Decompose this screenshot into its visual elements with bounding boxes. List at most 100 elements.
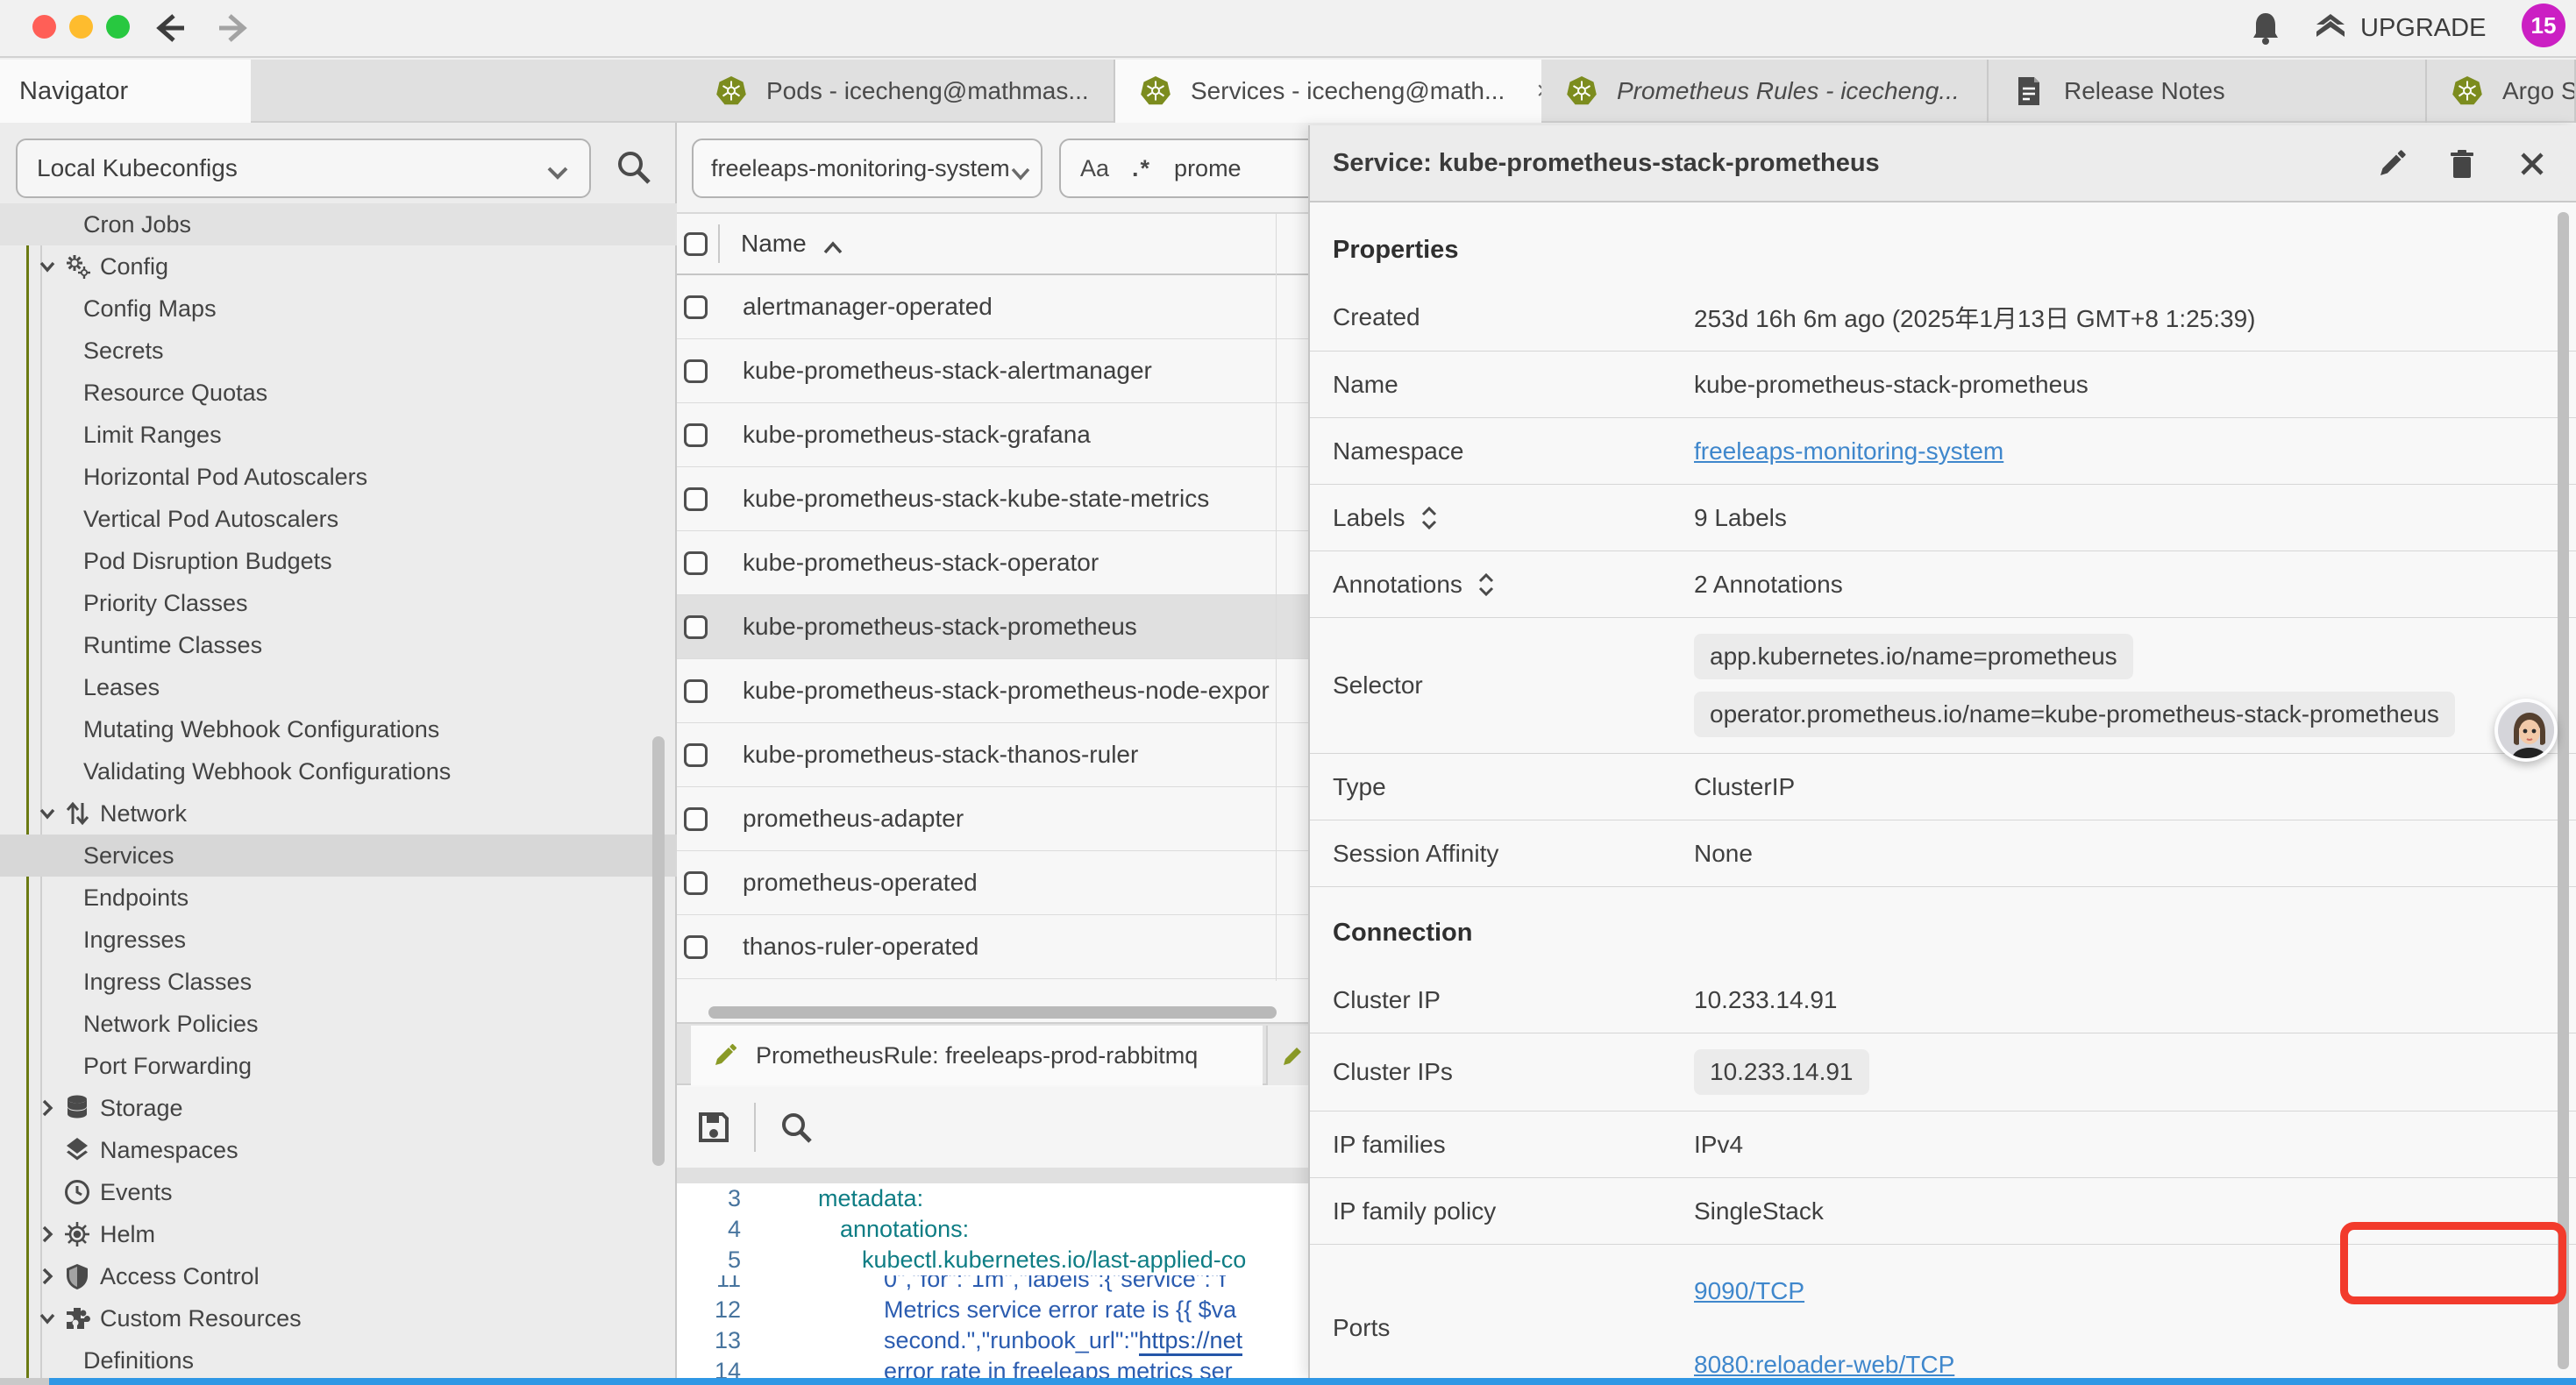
service-name: kube-prometheus-stack-prometheus-node-ex… <box>743 677 1270 705</box>
sidebar-item-services[interactable]: Services <box>0 835 677 877</box>
kubeconfig-select[interactable]: Local Kubeconfigs <box>16 138 591 198</box>
row-checkbox[interactable] <box>684 935 708 959</box>
namespace-link[interactable]: freeleaps-monitoring-system <box>1694 437 2003 465</box>
sidebar-item-priority-classes[interactable]: Priority Classes <box>0 582 677 624</box>
regex-toggle[interactable]: .* <box>1132 155 1151 182</box>
sidebar-item-mutating-webhook-configurations[interactable]: Mutating Webhook Configurations <box>0 708 677 750</box>
tab-release-notes[interactable]: Release Notes <box>1989 60 2427 123</box>
match-case-toggle[interactable]: Aa <box>1080 155 1109 182</box>
row-checkbox[interactable] <box>684 423 708 447</box>
chevron-right-icon[interactable] <box>37 1097 58 1119</box>
table-row[interactable]: kube-prometheus-stack-alertmanager <box>677 339 1308 403</box>
upgrade-button[interactable]: UPGRADE <box>2313 12 2486 44</box>
select-all-checkbox[interactable] <box>684 232 708 256</box>
sidebar-item-limit-ranges[interactable]: Limit Ranges <box>0 414 677 456</box>
sidebar-item-config-maps[interactable]: Config Maps <box>0 288 677 330</box>
table-row[interactable]: kube-prometheus-stack-grafana <box>677 403 1308 467</box>
sidebar-item-storage[interactable]: Storage <box>0 1087 677 1129</box>
table-row[interactable]: kube-prometheus-stack-operator <box>677 531 1308 595</box>
delete-trash-icon[interactable] <box>2446 148 2478 180</box>
close-window-button[interactable] <box>32 15 56 39</box>
row-checkbox[interactable] <box>684 807 708 831</box>
column-header-name[interactable]: Name <box>741 230 843 258</box>
sidebar-item-network[interactable]: Network <box>0 792 677 835</box>
search-icon[interactable] <box>614 147 652 186</box>
sort-updown-icon[interactable] <box>1420 505 1439 531</box>
row-checkbox[interactable] <box>684 743 708 767</box>
editor-search-icon[interactable] <box>779 1110 814 1145</box>
sidebar-item-runtime-classes[interactable]: Runtime Classes <box>0 624 677 666</box>
row-checkbox[interactable] <box>684 551 708 575</box>
minimize-window-button[interactable] <box>69 15 93 39</box>
sidebar-item-horizontal-pod-autoscalers[interactable]: Horizontal Pod Autoscalers <box>0 456 677 498</box>
sidebar-item-port-forwarding[interactable]: Port Forwarding <box>0 1045 677 1087</box>
sidebar-item-validating-webhook-configurations[interactable]: Validating Webhook Configurations <box>0 750 677 792</box>
table-row[interactable]: thanos-ruler-operated <box>677 915 1308 979</box>
table-horizontal-scrollbar[interactable] <box>708 1006 1277 1019</box>
sidebar-item-helm[interactable]: Helm <box>0 1213 677 1255</box>
chevron-right-icon[interactable] <box>37 1266 58 1287</box>
sidebar-item-ingress-classes[interactable]: Ingress Classes <box>0 961 677 1003</box>
row-checkbox[interactable] <box>684 871 708 895</box>
sort-updown-icon[interactable] <box>1477 572 1496 598</box>
chevron-right-icon[interactable] <box>37 1224 58 1245</box>
sidebar-item-vertical-pod-autoscalers[interactable]: Vertical Pod Autoscalers <box>0 498 677 540</box>
forward-arrow-icon[interactable] <box>214 11 253 46</box>
sidebar-item-label: Cron Jobs <box>83 211 191 238</box>
port-link[interactable]: 8080:reloader-web/TCP <box>1694 1351 1954 1378</box>
sidebar-item-label: Secrets <box>83 337 164 365</box>
table-row[interactable]: kube-prometheus-stack-kube-state-metrics <box>677 467 1308 531</box>
editor-tab-prometheusrule[interactable]: PrometheusRule: freeleaps-prod-rabbitmq <box>691 1026 1263 1085</box>
tab-navigator[interactable]: Navigator <box>0 60 251 123</box>
table-row[interactable]: kube-prometheus-stack-prometheus <box>677 595 1308 659</box>
sidebar-item-network-policies[interactable]: Network Policies <box>0 1003 677 1045</box>
sidebar-item-events[interactable]: Events <box>0 1171 677 1213</box>
sidebar-item-custom-resources[interactable]: Custom Resources <box>0 1297 677 1339</box>
table-row[interactable]: alertmanager-operated <box>677 275 1308 339</box>
yaml-editor[interactable]: 3metadata:4annotations:5kubectl.kubernet… <box>677 1183 1308 1378</box>
table-row[interactable]: kube-prometheus-stack-prometheus-node-ex… <box>677 659 1308 723</box>
sidebar-item-config[interactable]: Config <box>0 245 677 288</box>
sidebar-item-ingresses[interactable]: Ingresses <box>0 919 677 961</box>
close-icon[interactable] <box>2516 148 2548 180</box>
tab-prometheus-rules-icecheng[interactable]: Prometheus Rules - icecheng... <box>1541 60 1989 123</box>
sidebar-item-access-control[interactable]: Access Control <box>0 1255 677 1297</box>
save-icon[interactable] <box>696 1110 731 1145</box>
detail-scrollbar[interactable] <box>2558 212 2569 1369</box>
sidebar-item-secrets[interactable]: Secrets <box>0 330 677 372</box>
chevron-down-icon[interactable] <box>37 256 58 277</box>
row-checkbox[interactable] <box>684 615 708 639</box>
sidebar-item-pod-disruption-budgets[interactable]: Pod Disruption Budgets <box>0 540 677 582</box>
row-checkbox[interactable] <box>684 679 708 703</box>
row-checkbox[interactable] <box>684 295 708 319</box>
code-link[interactable]: https://net <box>1139 1327 1243 1356</box>
user-avatar[interactable] <box>2494 699 2558 762</box>
chevron-down-icon[interactable] <box>37 1308 58 1329</box>
table-row[interactable]: prometheus-operated <box>677 851 1308 915</box>
maximize-window-button[interactable] <box>106 15 130 39</box>
sidebar-item-definitions[interactable]: Definitions <box>0 1339 677 1378</box>
port-link[interactable]: 9090/TCP <box>1694 1277 1804 1305</box>
table-row[interactable]: kube-prometheus-stack-thanos-ruler <box>677 723 1308 787</box>
chevron-down-icon[interactable] <box>37 803 58 824</box>
notification-count-badge[interactable]: 15 <box>2522 4 2565 47</box>
notifications-bell-icon[interactable] <box>2250 11 2281 46</box>
tab-services-icecheng-math[interactable]: Services - icecheng@math...× <box>1115 60 1541 123</box>
sidebar-scrollbar[interactable] <box>652 736 665 1166</box>
sidebar-item-cron-jobs[interactable]: Cron Jobs <box>0 203 677 245</box>
back-arrow-icon[interactable] <box>151 11 189 46</box>
edit-pencil-icon[interactable] <box>2376 148 2408 180</box>
editor-tab-next[interactable] <box>1266 1026 1308 1085</box>
row-checkbox[interactable] <box>684 487 708 511</box>
sidebar-item-resource-quotas[interactable]: Resource Quotas <box>0 372 677 414</box>
tab-label: Argo Se <box>2502 77 2576 105</box>
row-checkbox[interactable] <box>684 359 708 383</box>
tab-argo-se[interactable]: Argo Se <box>2427 60 2576 123</box>
sidebar-item-namespaces[interactable]: Namespaces <box>0 1129 677 1171</box>
table-search-input[interactable]: Aa .* prome <box>1059 138 1322 198</box>
tab-pods-icecheng-mathmas[interactable]: Pods - icecheng@mathmas... <box>691 60 1115 123</box>
namespace-filter-select[interactable]: freeleaps-monitoring-system <box>692 138 1042 198</box>
sidebar-item-endpoints[interactable]: Endpoints <box>0 877 677 919</box>
table-row[interactable]: prometheus-adapter <box>677 787 1308 851</box>
sidebar-item-leases[interactable]: Leases <box>0 666 677 708</box>
